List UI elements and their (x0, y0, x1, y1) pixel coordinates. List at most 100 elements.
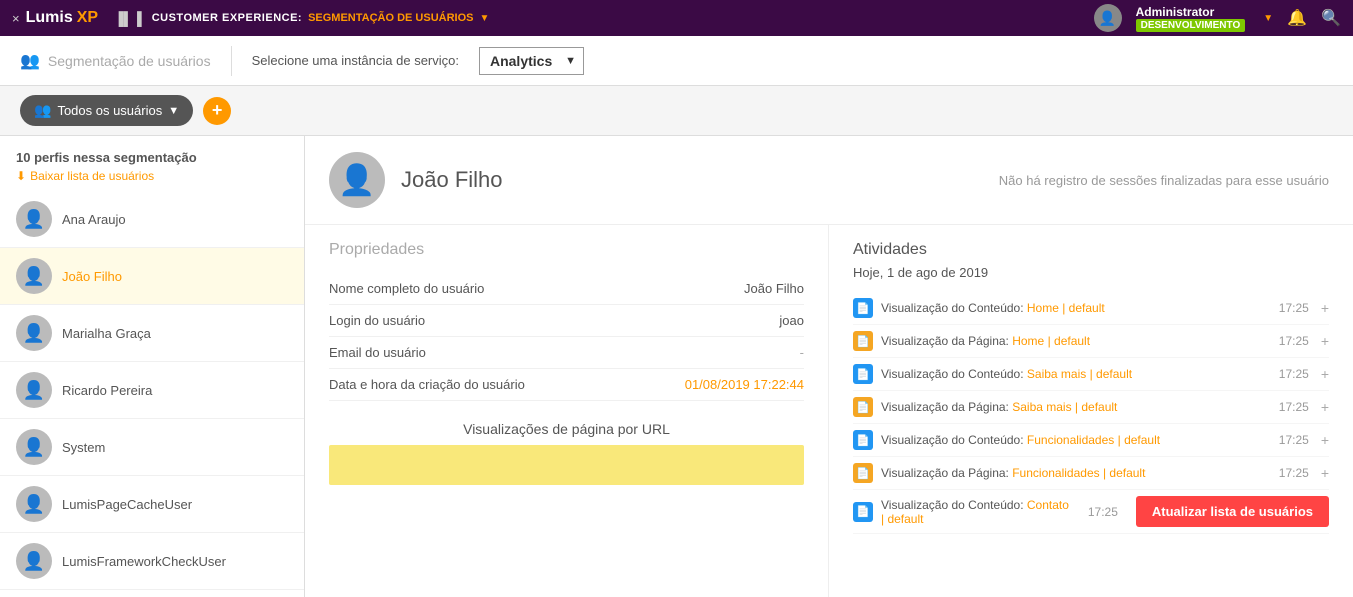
activity-link[interactable]: Home | default (1012, 334, 1090, 348)
activities-date: Hoje, 1 de ago de 2019 (853, 265, 1329, 280)
chart-section: Visualizações de página por URL (329, 421, 804, 485)
activity-prefix: Visualização da Página: (881, 334, 1009, 348)
activity-link[interactable]: Saiba mais | default (1027, 367, 1132, 381)
user-item[interactable]: 👤 System (0, 419, 304, 476)
avatar: 👤 (16, 486, 52, 522)
activity-item: 📄 Visualização do Conteúdo: Saiba mais |… (853, 358, 1329, 391)
activity-icon: 📄 (853, 397, 873, 417)
user-name: System (62, 440, 105, 455)
bell-icon[interactable]: 🔔 (1287, 8, 1307, 28)
breadcrumb-chevron-icon[interactable]: ▼ (480, 13, 490, 24)
user-item[interactable]: 👤 LumisPageCacheUser (0, 476, 304, 533)
chart-title: Visualizações de página por URL (329, 421, 804, 437)
download-icon: ⬇ (16, 169, 26, 183)
search-icon[interactable]: 🔍 (1321, 8, 1341, 28)
users-segment-icon: 👥 (34, 102, 51, 119)
activity-item: 📄 Visualização do Conteúdo: Home | defau… (853, 292, 1329, 325)
segment-count: 10 perfis nessa segmentação (16, 150, 288, 165)
page-title-section: 👥 Segmentação de usuários (20, 51, 211, 71)
download-label: Baixar lista de usuários (30, 169, 154, 183)
user-item[interactable]: 👤 Marialha Graça (0, 305, 304, 362)
activity-prefix: Visualização da Página: (881, 466, 1009, 480)
update-users-button[interactable]: Atualizar lista de usuários (1136, 496, 1329, 527)
user-full-name: João Filho (401, 167, 503, 193)
activity-icon: 📄 (853, 463, 873, 483)
admin-chevron-icon[interactable]: ▼ (1263, 13, 1273, 24)
prop-value: João Filho (744, 281, 804, 296)
activity-prefix: Visualização do Conteúdo: (881, 498, 1024, 512)
activity-time: 17:25 (1279, 400, 1309, 414)
user-name: Marialha Graça (62, 326, 151, 341)
prop-row: Email do usuário - (329, 337, 804, 369)
user-header: 👤 João Filho Não há registro de sessões … (305, 136, 1353, 225)
prop-row: Nome completo do usuário João Filho (329, 273, 804, 305)
service-select[interactable]: Analytics Default Custom (479, 47, 584, 75)
activity-link[interactable]: Saiba mais | default (1012, 400, 1117, 414)
user-item[interactable]: 👤 João Filho (0, 248, 304, 305)
cx-label: CUSTOMER EXPERIENCE: (152, 12, 302, 24)
prop-label: Email do usuário (329, 345, 426, 360)
segment-button[interactable]: 👥 Todos os usuários ▼ (20, 95, 193, 126)
segment-chevron-icon: ▼ (168, 105, 179, 117)
chart-bars-icon: ▐▌▐ (114, 11, 142, 26)
activity-expand-icon[interactable]: + (1321, 432, 1329, 448)
activity-text: Visualização da Página: Saiba mais | def… (881, 400, 1265, 414)
activity-text: Visualização do Conteúdo: Home | default (881, 301, 1265, 315)
activity-item: 📄 Visualização da Página: Funcionalidade… (853, 457, 1329, 490)
activity-icon: 📄 (853, 364, 873, 384)
topbar: × LumisXP ▐▌▐ CUSTOMER EXPERIENCE: SEGME… (0, 0, 1353, 36)
prop-value: 01/08/2019 17:22:44 (685, 377, 804, 392)
header-divider (231, 46, 232, 76)
prop-label: Data e hora da criação do usuário (329, 377, 525, 392)
activity-time: 17:25 (1279, 367, 1309, 381)
activity-expand-icon[interactable]: + (1321, 465, 1329, 481)
activity-icon: 📄 (853, 430, 873, 450)
breadcrumb: ▐▌▐ CUSTOMER EXPERIENCE: SEGMENTAÇÃO DE … (114, 11, 489, 26)
activity-item: 📄 Visualização da Página: Home | default… (853, 325, 1329, 358)
activity-text: Visualização da Página: Home | default (881, 334, 1265, 348)
activity-time: 17:25 (1279, 301, 1309, 315)
activities-panel: Atividades Hoje, 1 de ago de 2019 📄 Visu… (829, 225, 1353, 597)
activity-item: 📄 Visualização da Página: Saiba mais | d… (853, 391, 1329, 424)
service-select-wrapper[interactable]: Analytics Default Custom (479, 47, 584, 75)
activity-link[interactable]: Home | default (1027, 301, 1105, 315)
toolbar: 👥 Todos os usuários ▼ + (0, 86, 1353, 136)
user-item[interactable]: 👤 Ana Araujo (0, 191, 304, 248)
activity-time: 17:25 (1279, 433, 1309, 447)
avatar: 👤 (16, 258, 52, 294)
activity-prefix: Visualização da Página: (881, 400, 1009, 414)
activity-icon: 📄 (853, 502, 873, 522)
activity-expand-icon[interactable]: + (1321, 366, 1329, 382)
user-list: 👤 Ana Araujo 👤 João Filho 👤 Marialha Gra… (0, 191, 304, 597)
user-item[interactable]: 👤 LumisFrameworkCheckUser (0, 533, 304, 590)
activity-prefix: Visualização do Conteúdo: (881, 433, 1024, 447)
activity-time: 17:25 (1088, 505, 1118, 519)
avatar: 👤 (16, 429, 52, 465)
activity-expand-icon[interactable]: + (1321, 333, 1329, 349)
activity-text: Visualização da Página: Funcionalidades … (881, 466, 1265, 480)
avatar: 👤 (16, 315, 52, 351)
activity-icon: 📄 (853, 298, 873, 318)
segment-label: Todos os usuários (57, 103, 162, 118)
activity-prefix: Visualização do Conteúdo: (881, 367, 1024, 381)
activity-expand-icon[interactable]: + (1321, 399, 1329, 415)
admin-avatar[interactable]: 👤 (1094, 4, 1122, 32)
service-label: Selecione uma instância de serviço: (252, 53, 459, 68)
user-name: João Filho (62, 269, 122, 284)
topbar-right: 👤 Administrator DESENVOLVIMENTO ▼ 🔔 🔍 (1094, 4, 1341, 32)
activity-time: 17:25 (1279, 466, 1309, 480)
admin-env-badge: DESENVOLVIMENTO (1136, 19, 1246, 32)
prop-label: Nome completo do usuário (329, 281, 484, 296)
sidebar: 10 perfis nessa segmentação ⬇ Baixar lis… (0, 136, 305, 597)
user-item[interactable]: 👤 Ricardo Pereira (0, 362, 304, 419)
logo-xp: XP (77, 9, 98, 27)
prop-value: - (800, 345, 804, 360)
add-segment-button[interactable]: + (203, 97, 231, 125)
download-link[interactable]: ⬇ Baixar lista de usuários (16, 169, 288, 183)
activity-link[interactable]: Funcionalidades | default (1012, 466, 1145, 480)
content-area: 👤 João Filho Não há registro de sessões … (305, 136, 1353, 597)
activity-expand-icon[interactable]: + (1321, 300, 1329, 316)
activity-link[interactable]: Funcionalidades | default (1027, 433, 1160, 447)
prop-row: Login do usuário joao (329, 305, 804, 337)
activity-prefix: Visualização do Conteúdo: (881, 301, 1024, 315)
